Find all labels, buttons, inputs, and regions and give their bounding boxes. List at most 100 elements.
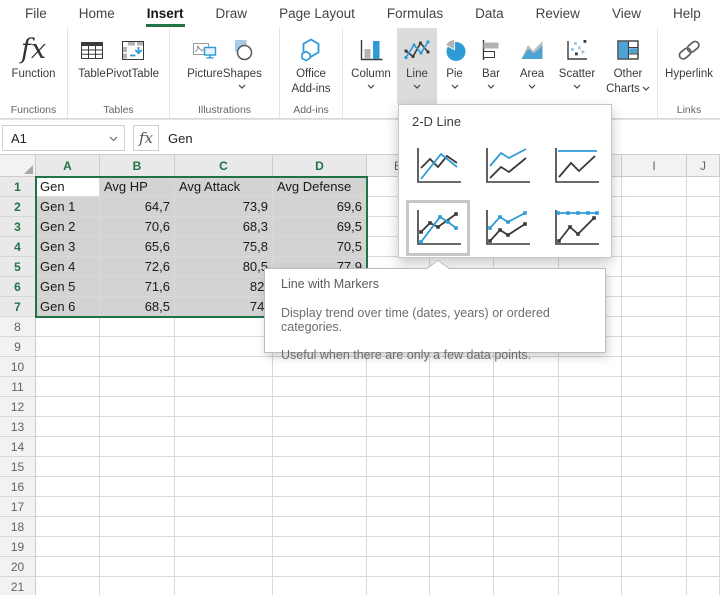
cell-B3[interactable]: 70,6 — [100, 217, 175, 237]
line-chart-button[interactable]: Line — [397, 28, 437, 104]
cell-B12[interactable] — [100, 397, 175, 417]
cell-D19[interactable] — [273, 537, 367, 557]
cell-J18[interactable] — [687, 517, 720, 537]
tab-review[interactable]: Review — [520, 0, 596, 28]
row-header-10[interactable]: 10 — [0, 357, 36, 377]
row-header-9[interactable]: 9 — [0, 337, 36, 357]
cell-D12[interactable] — [273, 397, 367, 417]
cell-E19[interactable] — [367, 537, 430, 557]
cell-C18[interactable] — [175, 517, 273, 537]
row-header-11[interactable]: 11 — [0, 377, 36, 397]
cell-B6[interactable]: 71,6 — [100, 277, 175, 297]
cell-C6[interactable]: 82, — [175, 277, 273, 297]
cell-J13[interactable] — [687, 417, 720, 437]
cell-H15[interactable] — [559, 457, 622, 477]
cell-B11[interactable] — [100, 377, 175, 397]
row-header-14[interactable]: 14 — [0, 437, 36, 457]
cell-J17[interactable] — [687, 497, 720, 517]
cell-A16[interactable] — [36, 477, 100, 497]
cell-A10[interactable] — [36, 357, 100, 377]
cell-F19[interactable] — [430, 537, 494, 557]
cell-G14[interactable] — [494, 437, 559, 457]
cell-E12[interactable] — [367, 397, 430, 417]
cell-F13[interactable] — [430, 417, 494, 437]
cell-I2[interactable] — [622, 197, 687, 217]
cell-F20[interactable] — [430, 557, 494, 577]
bar-chart-button[interactable]: Bar — [472, 28, 510, 104]
cell-G15[interactable] — [494, 457, 559, 477]
column-chart-button[interactable]: Column — [345, 28, 397, 104]
scatter-chart-button[interactable]: Scatter — [554, 28, 600, 104]
row-header-7[interactable]: 7 — [0, 297, 36, 317]
tab-data[interactable]: Data — [459, 0, 520, 28]
function-button[interactable]: fx Function — [11, 28, 55, 104]
name-box[interactable]: A1 — [2, 125, 125, 151]
cell-C14[interactable] — [175, 437, 273, 457]
cell-B14[interactable] — [100, 437, 175, 457]
pie-chart-button[interactable]: Pie — [437, 28, 472, 104]
cell-D1[interactable]: Avg Defense — [273, 177, 367, 197]
chart-type-100-stacked-line[interactable] — [544, 138, 608, 194]
cell-B10[interactable] — [100, 357, 175, 377]
pivottable-button[interactable]: PivotTable — [106, 28, 159, 104]
cell-B15[interactable] — [100, 457, 175, 477]
cell-I16[interactable] — [622, 477, 687, 497]
row-header-17[interactable]: 17 — [0, 497, 36, 517]
cell-E16[interactable] — [367, 477, 430, 497]
cell-B18[interactable] — [100, 517, 175, 537]
cell-I12[interactable] — [622, 397, 687, 417]
cell-G17[interactable] — [494, 497, 559, 517]
cell-J5[interactable] — [687, 257, 720, 277]
cell-J12[interactable] — [687, 397, 720, 417]
insert-function-button[interactable]: fx — [133, 125, 159, 151]
cell-D21[interactable] — [273, 577, 367, 595]
cell-I17[interactable] — [622, 497, 687, 517]
cell-D13[interactable] — [273, 417, 367, 437]
cell-G19[interactable] — [494, 537, 559, 557]
cell-E14[interactable] — [367, 437, 430, 457]
area-chart-button[interactable]: Area — [510, 28, 554, 104]
cell-G16[interactable] — [494, 477, 559, 497]
tab-formulas[interactable]: Formulas — [371, 0, 459, 28]
cell-J1[interactable] — [687, 177, 720, 197]
cell-C16[interactable] — [175, 477, 273, 497]
cell-F15[interactable] — [430, 457, 494, 477]
row-header-1[interactable]: 1 — [0, 177, 36, 197]
hyperlink-button[interactable]: Hyperlink — [665, 28, 713, 104]
chart-type-line-with-markers[interactable] — [406, 200, 470, 256]
cell-C17[interactable] — [175, 497, 273, 517]
cell-C13[interactable] — [175, 417, 273, 437]
cell-B17[interactable] — [100, 497, 175, 517]
cell-J16[interactable] — [687, 477, 720, 497]
chart-type-line[interactable] — [406, 138, 470, 194]
cell-B13[interactable] — [100, 417, 175, 437]
cell-E15[interactable] — [367, 457, 430, 477]
cell-I1[interactable] — [622, 177, 687, 197]
cell-C11[interactable] — [175, 377, 273, 397]
cell-E18[interactable] — [367, 517, 430, 537]
cell-J20[interactable] — [687, 557, 720, 577]
cell-E13[interactable] — [367, 417, 430, 437]
tab-insert[interactable]: Insert — [131, 0, 200, 28]
office-addins-button[interactable]: Office Add-ins — [292, 28, 331, 104]
cell-D2[interactable]: 69,6 — [273, 197, 367, 217]
cell-I21[interactable] — [622, 577, 687, 595]
cell-D4[interactable]: 70,5 — [273, 237, 367, 257]
tab-file[interactable]: File — [9, 0, 63, 28]
cell-C3[interactable]: 68,3 — [175, 217, 273, 237]
cell-G13[interactable] — [494, 417, 559, 437]
row-header-3[interactable]: 3 — [0, 217, 36, 237]
column-header-I[interactable]: I — [622, 155, 687, 177]
cell-B2[interactable]: 64,7 — [100, 197, 175, 217]
cell-I19[interactable] — [622, 537, 687, 557]
cell-D3[interactable]: 69,5 — [273, 217, 367, 237]
cell-J7[interactable] — [687, 297, 720, 317]
cell-C12[interactable] — [175, 397, 273, 417]
cell-H14[interactable] — [559, 437, 622, 457]
shapes-button[interactable]: Shapes — [223, 28, 262, 104]
cell-B20[interactable] — [100, 557, 175, 577]
cell-J6[interactable] — [687, 277, 720, 297]
cell-A8[interactable] — [36, 317, 100, 337]
cell-H16[interactable] — [559, 477, 622, 497]
picture-button[interactable]: Picture — [187, 28, 223, 104]
